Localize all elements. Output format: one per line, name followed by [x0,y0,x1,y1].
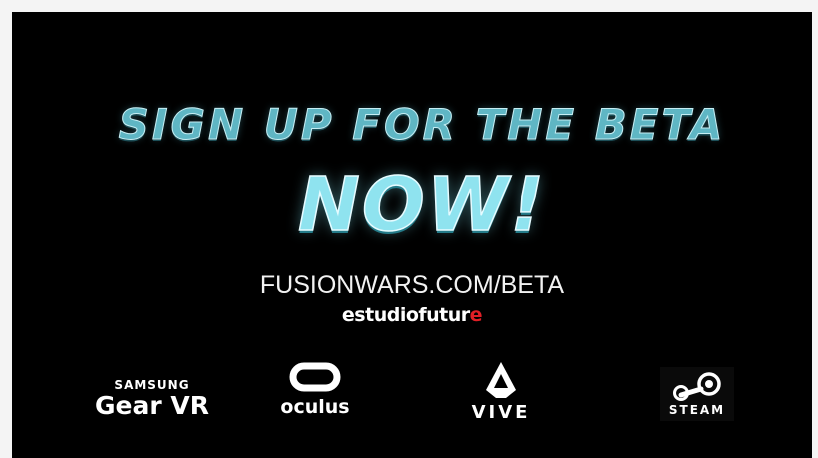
gearvr-brand: SAMSUNG [114,378,190,392]
studio-name: estudiofutur [341,304,470,326]
steam-logo-icon [673,372,721,401]
steam-wordmark: STEAM [668,403,726,417]
signup-url-link[interactable]: FUSIONWARS.COM/BETA [12,271,812,300]
vive-logo-icon [486,362,516,398]
studio-logo: estudiofuture [12,304,812,326]
oculus-wordmark: oculus [280,396,350,418]
platform-gearvr: SAMSUNG Gear VR [92,378,212,420]
cta-now: NOW! [297,161,547,249]
studio-name-accent: e [469,304,483,326]
platform-vive: VIVE [466,360,536,423]
platform-oculus: oculus [274,362,356,418]
vive-wordmark: VIVE [471,402,531,423]
headline: SIGN UP FOR THE BETA [118,100,726,150]
oculus-logo-icon [289,362,341,392]
beta-signup-banner: SIGN UP FOR THE BETA NOW! FUSIONWARS.COM… [12,12,812,458]
platform-steam: STEAM [660,367,734,421]
gearvr-product: Gear VR [95,391,209,420]
